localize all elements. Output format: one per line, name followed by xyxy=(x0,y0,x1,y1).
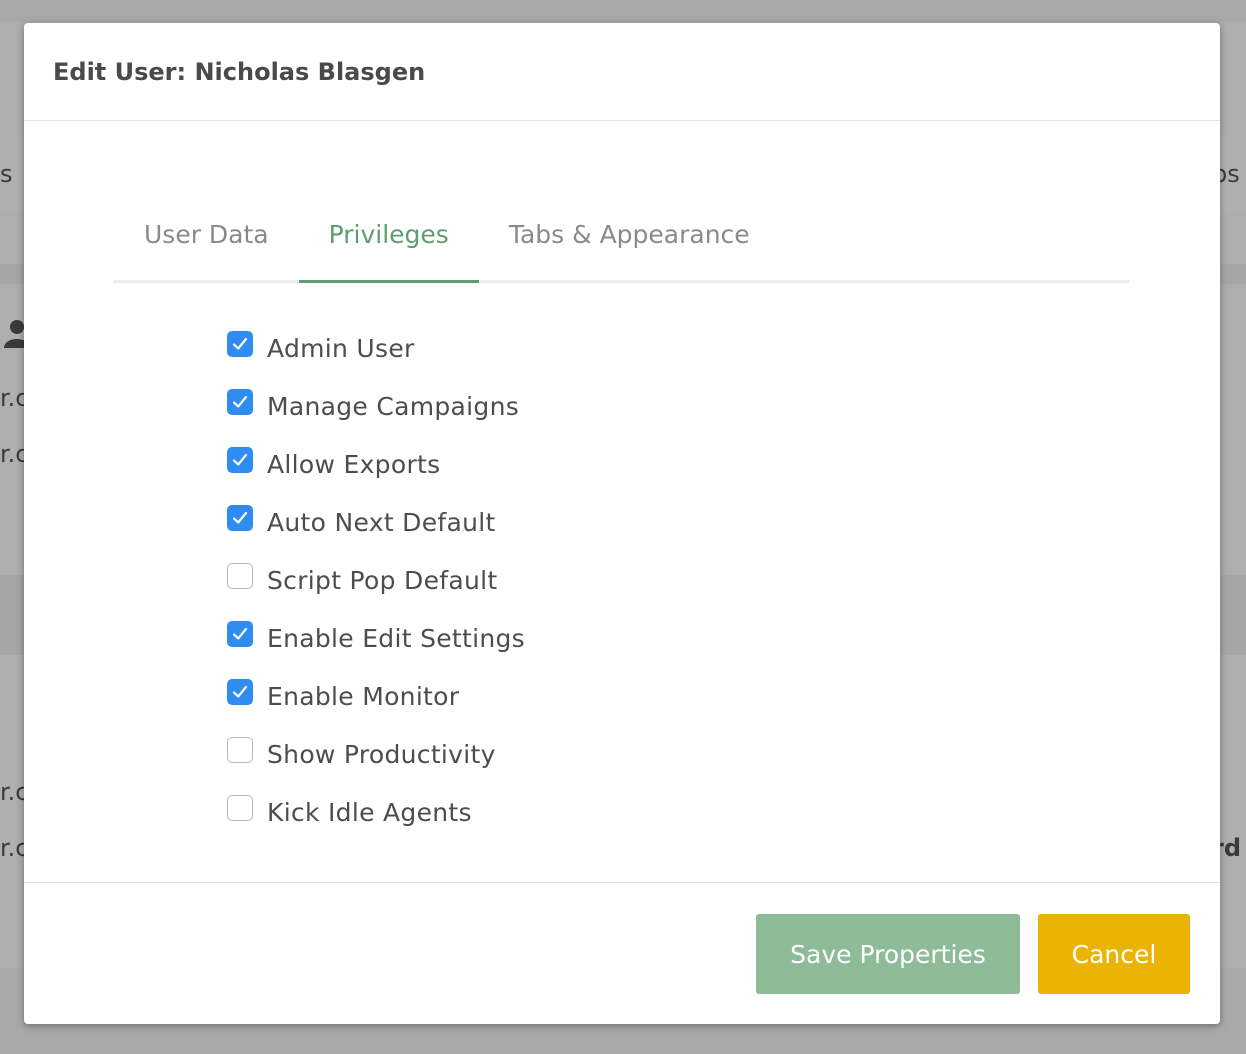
edit-user-modal: Edit User: Nicholas Blasgen User Data Pr… xyxy=(24,23,1220,1024)
privilege-admin-user[interactable]: Admin User xyxy=(227,319,525,377)
privilege-allow-exports[interactable]: Allow Exports xyxy=(227,435,525,493)
admin-user-checkbox[interactable] xyxy=(227,331,253,357)
privilege-enable-edit-settings[interactable]: Enable Edit Settings xyxy=(227,609,525,667)
privilege-label: Show Productivity xyxy=(267,739,496,769)
background-user-icon xyxy=(4,318,30,354)
privilege-label: Kick Idle Agents xyxy=(267,797,472,827)
privilege-label: Script Pop Default xyxy=(267,565,498,595)
modal-title: Edit User: Nicholas Blasgen xyxy=(53,57,426,86)
privilege-label: Auto Next Default xyxy=(267,507,496,537)
tab-bar: User Data Privileges Tabs & Appearance xyxy=(114,220,1130,283)
save-properties-button[interactable]: Save Properties xyxy=(756,914,1020,994)
tab-label: Tabs & Appearance xyxy=(508,220,750,249)
privilege-label: Manage Campaigns xyxy=(267,391,520,421)
tab-privileges[interactable]: Privileges xyxy=(298,220,480,283)
privilege-manage-campaigns[interactable]: Manage Campaigns xyxy=(227,377,525,435)
show-productivity-checkbox[interactable] xyxy=(227,737,253,763)
allow-exports-checkbox[interactable] xyxy=(227,447,253,473)
check-icon xyxy=(232,395,248,408)
privilege-label: Admin User xyxy=(267,333,415,363)
privilege-enable-monitor[interactable]: Enable Monitor xyxy=(227,667,525,725)
privilege-label: Enable Monitor xyxy=(267,681,460,711)
kick-idle-agents-checkbox[interactable] xyxy=(227,795,253,821)
check-icon xyxy=(232,337,248,350)
privileges-list: Admin User Manage Campaigns Allow Export… xyxy=(227,319,525,841)
check-icon xyxy=(232,627,248,640)
auto-next-default-checkbox[interactable] xyxy=(227,505,253,531)
privilege-script-pop-default[interactable]: Script Pop Default xyxy=(227,551,525,609)
modal-footer: Save Properties Cancel xyxy=(24,882,1220,1024)
cancel-button[interactable]: Cancel xyxy=(1038,914,1190,994)
tab-tabs-appearance[interactable]: Tabs & Appearance xyxy=(479,220,780,280)
privilege-show-productivity[interactable]: Show Productivity xyxy=(227,725,525,783)
tab-label: Privileges xyxy=(328,220,449,249)
tab-label: User Data xyxy=(144,220,269,249)
manage-campaigns-checkbox[interactable] xyxy=(227,389,253,415)
privilege-auto-next-default[interactable]: Auto Next Default xyxy=(227,493,525,551)
privilege-label: Enable Edit Settings xyxy=(267,623,526,653)
check-icon xyxy=(232,685,248,698)
enable-edit-settings-checkbox[interactable] xyxy=(227,621,253,647)
modal-header: Edit User: Nicholas Blasgen xyxy=(24,23,1220,121)
privilege-kick-idle-agents[interactable]: Kick Idle Agents xyxy=(227,783,525,841)
check-icon xyxy=(232,511,248,524)
background-header-band xyxy=(0,0,1246,22)
enable-monitor-checkbox[interactable] xyxy=(227,679,253,705)
check-icon xyxy=(232,453,248,466)
script-pop-default-checkbox[interactable] xyxy=(227,563,253,589)
privilege-label: Allow Exports xyxy=(267,449,441,479)
tab-user-data[interactable]: User Data xyxy=(114,220,299,280)
background-text: s xyxy=(0,160,13,188)
